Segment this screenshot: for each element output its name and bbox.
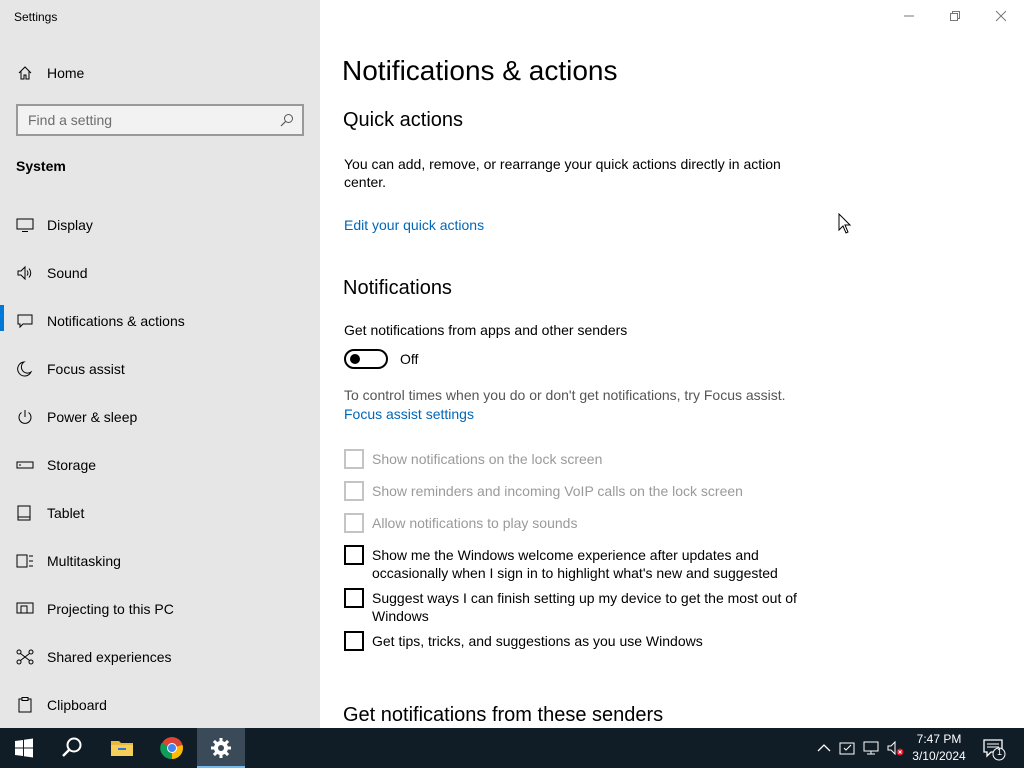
settings-taskbar-button[interactable] xyxy=(197,728,245,768)
sidebar-item-focus-assist[interactable]: Focus assist xyxy=(0,353,320,401)
projecting-icon xyxy=(16,602,34,614)
checkbox[interactable] xyxy=(344,513,364,533)
checkbox[interactable] xyxy=(344,481,364,501)
sidebar-item-sound[interactable]: Sound xyxy=(0,257,320,305)
start-icon xyxy=(15,738,33,758)
toggle-knob xyxy=(350,354,360,364)
checkbox-label: Get tips, tricks, and suggestions as you… xyxy=(372,633,703,649)
sidebar-item-label: Projecting to this PC xyxy=(47,601,174,617)
restore-icon xyxy=(950,11,960,21)
edit-quick-actions-link[interactable]: Edit your quick actions xyxy=(344,217,484,233)
home-button[interactable]: Home xyxy=(0,57,320,89)
action-center-button[interactable]: 1 xyxy=(982,737,1006,761)
chrome-button[interactable] xyxy=(148,728,196,768)
checkbox[interactable] xyxy=(344,588,364,608)
checkbox[interactable] xyxy=(344,631,364,651)
app-title: Settings xyxy=(14,10,58,24)
sidebar-item-label: Notifications & actions xyxy=(47,313,185,329)
taskbar-search-button[interactable] xyxy=(48,728,96,768)
home-label: Home xyxy=(47,65,85,81)
search-placeholder: Find a setting xyxy=(28,112,113,128)
notifications-toggle-label: Get notifications from apps and other se… xyxy=(344,322,628,338)
sidebar-item-shared-experiences[interactable]: Shared experiences xyxy=(0,641,320,689)
quick-actions-heading: Quick actions xyxy=(343,109,464,131)
tablet-icon xyxy=(17,505,31,521)
sidebar-item-label: Display xyxy=(47,217,93,233)
sidebar-item-label: Power & sleep xyxy=(47,409,138,425)
focus-assist-settings-link[interactable]: Focus assist settings xyxy=(344,406,474,422)
checkbox-label: Show notifications on the lock screen xyxy=(372,451,603,467)
taskbar: 7:47 PM 3/10/2024 1 xyxy=(0,728,1024,768)
page-title: Notifications & actions xyxy=(342,55,618,86)
notification-count: 1 xyxy=(996,747,1002,757)
sidebar-item-multitasking[interactable]: Multitasking xyxy=(0,545,320,593)
sidebar-item-notifications[interactable]: Notifications & actions xyxy=(0,305,320,353)
sidebar-item-power-sleep[interactable]: Power & sleep xyxy=(0,401,320,449)
notification-icon xyxy=(17,314,33,329)
sidebar-item-projecting[interactable]: Projecting to this PC xyxy=(0,593,320,641)
sidebar-item-label: Focus assist xyxy=(47,361,125,377)
clock-time: 7:47 PM xyxy=(916,732,962,746)
sidebar-nav: Display Sound Notifications & actions Fo… xyxy=(0,209,320,737)
file-explorer-icon xyxy=(111,741,133,756)
volume-muted-icon[interactable] xyxy=(886,739,904,757)
clock[interactable]: 7:47 PM 3/10/2024 xyxy=(906,731,972,765)
checkbox-label: Show me the Windows welcome experience a… xyxy=(372,547,778,581)
power-icon xyxy=(18,410,32,424)
minimize-icon xyxy=(904,15,914,17)
close-button[interactable] xyxy=(978,0,1024,32)
checkbox-label: Allow notifications to play sounds xyxy=(372,515,578,531)
search-icon xyxy=(280,114,293,127)
quick-actions-description: You can add, remove, or rearrange your q… xyxy=(344,156,781,190)
security-icon[interactable] xyxy=(838,739,856,757)
speaker-icon xyxy=(17,265,32,281)
minimize-button[interactable] xyxy=(886,0,932,32)
toggle-state-label: Off xyxy=(400,351,419,367)
sidebar-item-label: Sound xyxy=(47,265,88,281)
monitor-icon xyxy=(16,218,34,232)
start-button[interactable] xyxy=(0,728,48,768)
moon-icon xyxy=(17,361,33,377)
settings-icon xyxy=(211,738,231,758)
sidebar-item-label: Multitasking xyxy=(47,553,121,569)
mouse-cursor-icon xyxy=(838,213,852,234)
sidebar-item-label: Clipboard xyxy=(47,697,107,713)
checkbox[interactable] xyxy=(344,449,364,469)
sidebar-item-display[interactable]: Display xyxy=(0,209,320,257)
close-icon xyxy=(995,10,1007,22)
restore-button[interactable] xyxy=(932,0,978,32)
section-label: System xyxy=(16,158,66,174)
sidebar-item-label: Shared experiences xyxy=(47,649,172,665)
sidebar: Settings Home Find a setting System Disp… xyxy=(0,0,320,728)
home-icon xyxy=(18,66,32,80)
clock-date: 3/10/2024 xyxy=(912,749,966,763)
clipboard-icon xyxy=(18,697,32,713)
checkbox[interactable] xyxy=(344,545,364,565)
shared-icon xyxy=(16,649,34,665)
chrome-icon xyxy=(160,737,183,760)
storage-icon xyxy=(16,461,34,469)
checkbox-label: Show reminders and incoming VoIP calls o… xyxy=(372,483,743,499)
sidebar-item-label: Tablet xyxy=(47,505,85,521)
notifications-toggle[interactable] xyxy=(344,349,388,369)
sidebar-item-label: Storage xyxy=(47,457,97,473)
checkbox-label: Suggest ways I can finish setting up my … xyxy=(372,590,797,624)
active-indicator xyxy=(0,305,4,331)
multitasking-icon xyxy=(16,554,33,568)
senders-heading: Get notifications from these senders xyxy=(343,704,664,726)
search-input[interactable]: Find a setting xyxy=(16,104,304,136)
file-explorer-button[interactable] xyxy=(98,728,146,768)
sidebar-item-storage[interactable]: Storage xyxy=(0,449,320,497)
notifications-heading: Notifications xyxy=(343,277,452,299)
network-icon[interactable] xyxy=(862,739,880,757)
sidebar-item-tablet[interactable]: Tablet xyxy=(0,497,320,545)
search-icon xyxy=(62,737,82,757)
focus-assist-text: To control times when you do or don't ge… xyxy=(344,387,786,403)
chevron-up-icon[interactable] xyxy=(815,739,833,757)
